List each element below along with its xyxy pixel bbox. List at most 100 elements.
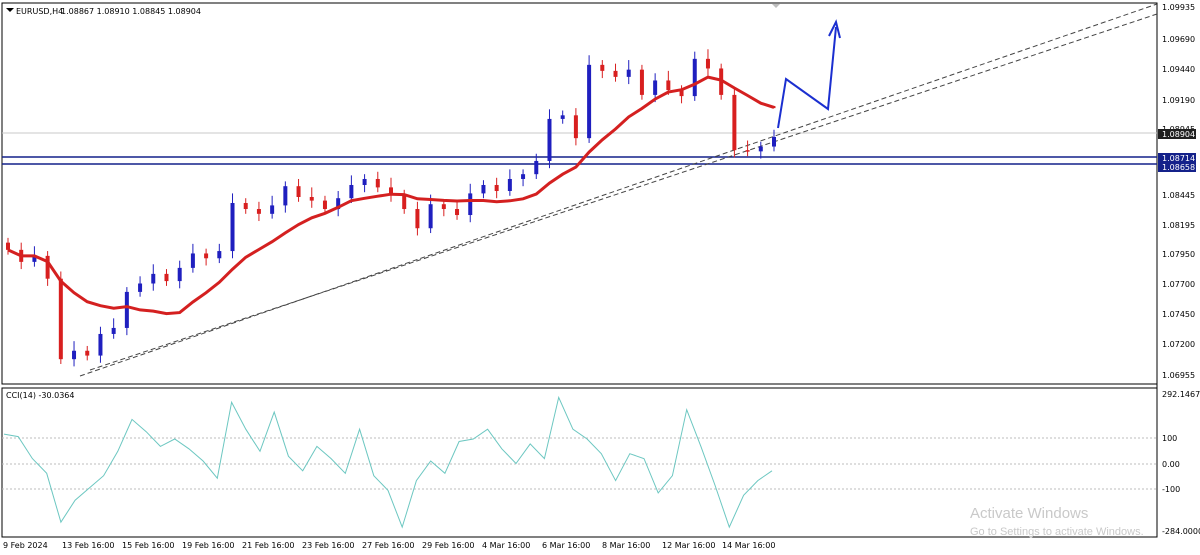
chart-shift-marker-icon[interactable] [772, 4, 780, 8]
candle-bull [217, 251, 222, 259]
candle-bull [547, 118, 552, 161]
price-tick: 1.09935 [1162, 3, 1195, 12]
cci-tick: 0.00 [1162, 460, 1180, 469]
candle-bull [772, 136, 776, 147]
activate-windows-subtitle: Go to Settings to activate Windows. [970, 526, 1144, 538]
indicator-axis: 292.1467 100 0.00 -100 -284.0000 [1162, 390, 1200, 536]
cci-tick: 100 [1162, 434, 1177, 443]
candle-bear [573, 115, 578, 139]
candle-bull [349, 184, 354, 199]
candle-bear [705, 58, 710, 69]
candle-bear [402, 194, 407, 210]
chart-area: EURUSD,H4 1.08867 1.08910 1.08845 1.0890… [1, 2, 1200, 550]
candle-bull [138, 283, 143, 292]
candle-bull [468, 193, 473, 216]
candle-bull [124, 291, 129, 328]
candle-bear [309, 197, 314, 201]
trendline-upper[interactable] [89, 13, 1158, 371]
candle-bull [177, 267, 182, 282]
price-axis: 1.09935 1.09690 1.09440 1.09190 1.08945 … [1158, 3, 1196, 380]
candle-bear [732, 94, 737, 151]
candle-bear [441, 204, 446, 210]
candle-bear [745, 150, 750, 152]
candle-bull [507, 178, 512, 191]
symbol-label: EURUSD,H4 [16, 7, 63, 16]
current-price-text: 1.08904 [1162, 130, 1195, 139]
candle-bear [415, 209, 420, 229]
candle-bull [758, 146, 763, 152]
time-tick: 29 Feb 16:00 [422, 541, 474, 550]
price-tick: 1.08445 [1162, 191, 1195, 200]
candle-bear [494, 184, 499, 191]
candle-bull [98, 333, 103, 356]
candle-bear [375, 178, 380, 188]
trendline-lower[interactable] [79, 3, 1158, 377]
time-tick: 4 Mar 16:00 [482, 541, 530, 550]
price-panel-frame [1, 2, 1158, 385]
candle-bear [204, 253, 209, 259]
moving-average-line [7, 75, 776, 316]
ohlc-values: 1.08867 1.08910 1.08845 1.08904 [61, 7, 201, 16]
candle-bear [296, 186, 301, 198]
candle-bear [164, 273, 169, 282]
candle-bear [639, 69, 644, 95]
price-tick: 1.08195 [1162, 221, 1195, 230]
candle-bull [692, 58, 697, 97]
candle-bear [455, 209, 460, 216]
candle-bear [600, 64, 605, 71]
candle-bull [72, 350, 77, 360]
price-tick: 1.07950 [1162, 250, 1195, 259]
candle-bull [362, 178, 367, 185]
candle-bull [653, 80, 658, 95]
projection-arrow[interactable] [777, 26, 837, 129]
candle-bear [45, 255, 50, 279]
time-tick: 8 Mar 16:00 [602, 541, 650, 550]
candle-bear [256, 209, 261, 214]
candle-bull [283, 186, 288, 206]
indicator-label: CCI(14) -30.0364 [6, 391, 74, 400]
time-tick: 27 Feb 16:00 [362, 541, 414, 550]
level-text-upper: 1.08714 [1162, 154, 1195, 163]
cci-tick: 292.1467 [1162, 390, 1200, 399]
candle-bear [58, 278, 63, 360]
price-tick: 1.09690 [1162, 35, 1195, 44]
level-text-lower: 1.08658 [1162, 163, 1195, 172]
cci-line [3, 395, 773, 529]
symbol-dropdown-icon[interactable] [6, 8, 14, 12]
price-tick: 1.09190 [1162, 96, 1195, 105]
time-tick: 19 Feb 16:00 [182, 541, 234, 550]
candle-bull [534, 160, 539, 175]
candle-bull [481, 184, 486, 194]
price-tick: 1.07200 [1162, 340, 1195, 349]
time-tick: 15 Feb 16:00 [122, 541, 174, 550]
time-tick: 23 Feb 16:00 [302, 541, 354, 550]
time-tick: 12 Mar 16:00 [662, 541, 715, 550]
time-tick: 13 Feb 16:00 [62, 541, 114, 550]
candle-bear [243, 203, 248, 210]
candle-bear [613, 70, 618, 77]
price-tick: 1.07700 [1162, 280, 1195, 289]
candle-bull [521, 174, 526, 179]
candle-bull [626, 69, 631, 77]
time-tick: 9 Feb 2024 [3, 541, 48, 550]
activate-windows-title: Activate Windows [970, 505, 1088, 522]
candle-bear [666, 80, 671, 91]
time-axis: 9 Feb 2024 13 Feb 16:00 15 Feb 16:00 19 … [3, 541, 775, 550]
candle-bull [230, 203, 235, 252]
candle-bull [560, 115, 565, 119]
price-tick: 1.09440 [1162, 65, 1195, 74]
candle-bull [190, 253, 195, 268]
candle-bull [587, 64, 592, 139]
candle-bull [270, 205, 275, 214]
candle-bull [428, 204, 433, 229]
time-tick: 14 Mar 16:00 [722, 541, 775, 550]
candle-bear [85, 350, 90, 356]
price-tick: 1.07450 [1162, 310, 1195, 319]
candle-bull [111, 327, 116, 334]
candle-bull [151, 273, 156, 284]
price-tick: 1.06955 [1162, 371, 1195, 380]
time-tick: 6 Mar 16:00 [542, 541, 590, 550]
candle-bear [6, 242, 10, 250]
candle-bear [322, 200, 327, 210]
cci-tick: -100 [1162, 485, 1180, 494]
